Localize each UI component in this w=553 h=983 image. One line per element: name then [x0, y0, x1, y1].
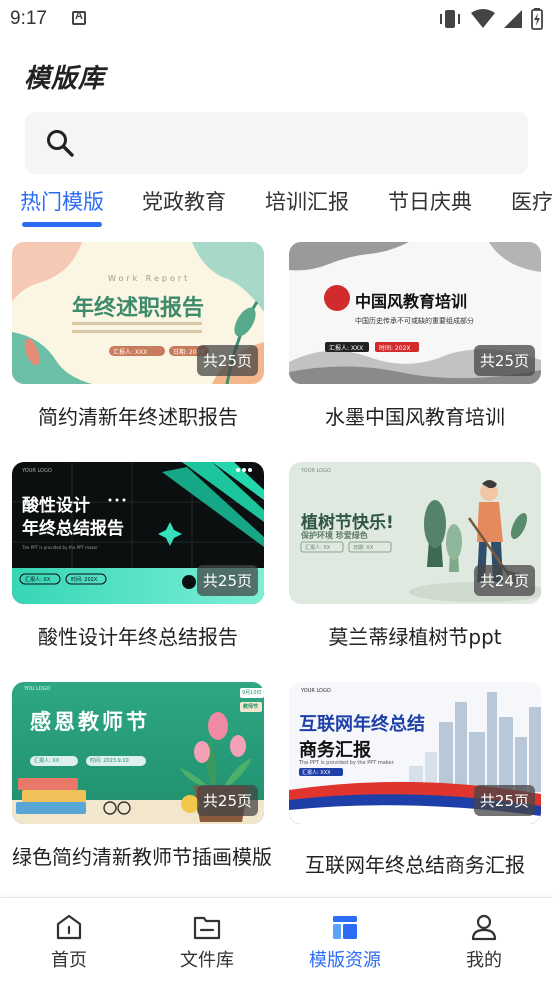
thumb-logo: YOU LOGO	[24, 686, 51, 692]
nav-file-library[interactable]: 文件库	[152, 912, 262, 972]
status-bar: 9:17	[0, 0, 553, 38]
page-count-badge: 共25页	[473, 345, 535, 376]
folder-icon	[193, 916, 221, 940]
nav-label: 模版资源	[309, 950, 381, 971]
template-thumbnail[interactable]: YOU LOGO 感恩教师节 9月10日 教师节 汇报人: XX 时间: 202…	[12, 682, 264, 824]
page-count-badge: 共25页	[196, 785, 258, 816]
template-thumbnail[interactable]: YOUR LOGO 植树节快乐! 保护环境 珍爱绿色 汇报人: XX 日期: X…	[289, 462, 541, 604]
page-count-badge: 共25页	[473, 785, 535, 816]
page-count-badge: 共24页	[473, 565, 535, 596]
battery-icon	[531, 8, 543, 30]
templates-icon	[333, 916, 357, 939]
thumb-tag: 汇报人: XX	[305, 545, 331, 551]
template-title: 简约清新年终述职报告	[38, 405, 238, 429]
template-thumbnail[interactable]: YOUR LOGO 酸性设计 年终总结报告 The PPT is provide…	[12, 462, 264, 604]
thumb-subheading: 保护环境 珍爱绿色	[301, 531, 368, 540]
tab-hot-templates[interactable]: 热门模版	[20, 186, 104, 216]
thumb-logo: YOUR LOGO	[22, 468, 52, 474]
search-icon[interactable]	[45, 128, 75, 158]
thumb-heading: 酸性设计	[22, 496, 90, 516]
page-title: 模版库	[24, 64, 106, 94]
tab-holiday[interactable]: 节日庆典	[388, 186, 472, 216]
status-time: 9:17	[10, 8, 47, 29]
tab-training-report[interactable]: 培训汇报	[265, 186, 349, 216]
nav-templates[interactable]: 模版资源	[290, 912, 400, 972]
nav-label: 我的	[466, 950, 502, 971]
template-thumbnail[interactable]: YOUR LOGO 互联网年终总结 商务汇报 The PPT is provid…	[289, 682, 541, 824]
tab-party-education[interactable]: 党政教育	[142, 186, 226, 216]
tab-medical[interactable]: 医疗	[511, 186, 553, 216]
thumb-kicker: Work Report	[108, 274, 191, 283]
home-icon	[56, 914, 82, 940]
thumb-subheading: The PPT is provided by the PPT maker.	[299, 760, 395, 766]
thumb-tag: 汇报人: XXX	[113, 349, 148, 356]
thumb-tag: 时间: 2023.9.10	[90, 758, 129, 764]
nav-label: 文件库	[180, 950, 234, 971]
signal-icon	[504, 10, 522, 28]
tab-active-indicator	[22, 222, 102, 227]
thumb-tag: 汇报人: XXX	[329, 345, 364, 352]
nav-profile[interactable]: 我的	[429, 912, 539, 972]
profile-icon	[471, 914, 497, 941]
thumb-heading: 年终总结报告	[22, 519, 124, 539]
search-input[interactable]	[25, 112, 528, 174]
template-title: 互联网年终总结商务汇报	[305, 853, 525, 877]
thumb-badge: 教师节	[243, 704, 259, 710]
thumb-tag: 汇报人: XXX	[302, 770, 331, 776]
nav-home[interactable]: 首页	[14, 912, 124, 972]
bottom-navigation: 首页 文件库 模版资源 我的	[0, 897, 553, 983]
thumb-tag: 日期: XX	[353, 545, 374, 551]
thumb-logo: YOUR LOGO	[301, 468, 331, 474]
vibrate-icon	[440, 10, 460, 28]
template-card[interactable]: 年终述职报告 Work Report 汇报人: XXX 日期: 202X 共25…	[12, 242, 264, 432]
thumb-date: 9月10日	[242, 690, 262, 696]
thumb-tag: 时间: 202X	[379, 345, 411, 352]
thumb-heading: 年终述职报告	[72, 296, 205, 321]
thumb-heading: 感恩教师节	[30, 710, 150, 734]
template-title: 莫兰蒂绿植树节ppt	[328, 625, 502, 649]
thumb-tag: 汇报人: XX	[25, 577, 51, 583]
template-grid: 年终述职报告 Work Report 汇报人: XXX 日期: 202X 共25…	[0, 240, 553, 896]
template-thumbnail[interactable]: 中国风教育培训 中国历史传承不可或缺的重要组成部分 汇报人: XXX 时间: 2…	[289, 242, 541, 384]
template-title: 水墨中国风教育培训	[325, 405, 505, 429]
status-icons	[437, 8, 543, 30]
template-card[interactable]: YOU LOGO 感恩教师节 9月10日 教师节 汇报人: XX 时间: 202…	[12, 682, 272, 872]
wifi-icon	[471, 9, 495, 28]
notification-a-icon	[72, 10, 86, 25]
template-title: 绿色简约清新教师节插画模版	[12, 845, 272, 869]
thumb-tag: 时间: 202X	[71, 577, 98, 583]
template-thumbnail[interactable]: 年终述职报告 Work Report 汇报人: XXX 日期: 202X 共25…	[12, 242, 264, 384]
thumb-subheading: 中国历史传承不可或缺的重要组成部分	[355, 317, 474, 325]
template-title: 酸性设计年终总结报告	[38, 625, 238, 649]
thumb-tag: 汇报人: XX	[34, 758, 60, 764]
category-tabs: 热门模版 党政教育 培训汇报 节日庆典 医疗	[0, 178, 553, 230]
template-card[interactable]: YOUR LOGO 植树节快乐! 保护环境 珍爱绿色 汇报人: XX 日期: X…	[289, 462, 541, 652]
thumb-heading: 中国风教育培训	[355, 292, 468, 311]
template-card[interactable]: YOUR LOGO 互联网年终总结 商务汇报 The PPT is provid…	[289, 682, 541, 880]
thumb-heading: 互联网年终总结	[299, 714, 425, 735]
template-card[interactable]: 中国风教育培训 中国历史传承不可或缺的重要组成部分 汇报人: XXX 时间: 2…	[289, 242, 541, 432]
thumb-subheading: The PPT is provided by the PPT maker	[22, 545, 98, 550]
thumb-logo: YOUR LOGO	[301, 688, 331, 694]
page-count-badge: 共25页	[196, 345, 258, 376]
page-count-badge: 共25页	[196, 565, 258, 596]
nav-label: 首页	[51, 950, 87, 971]
template-card[interactable]: YOUR LOGO 酸性设计 年终总结报告 The PPT is provide…	[12, 462, 264, 652]
thumb-heading: 商务汇报	[299, 740, 371, 761]
